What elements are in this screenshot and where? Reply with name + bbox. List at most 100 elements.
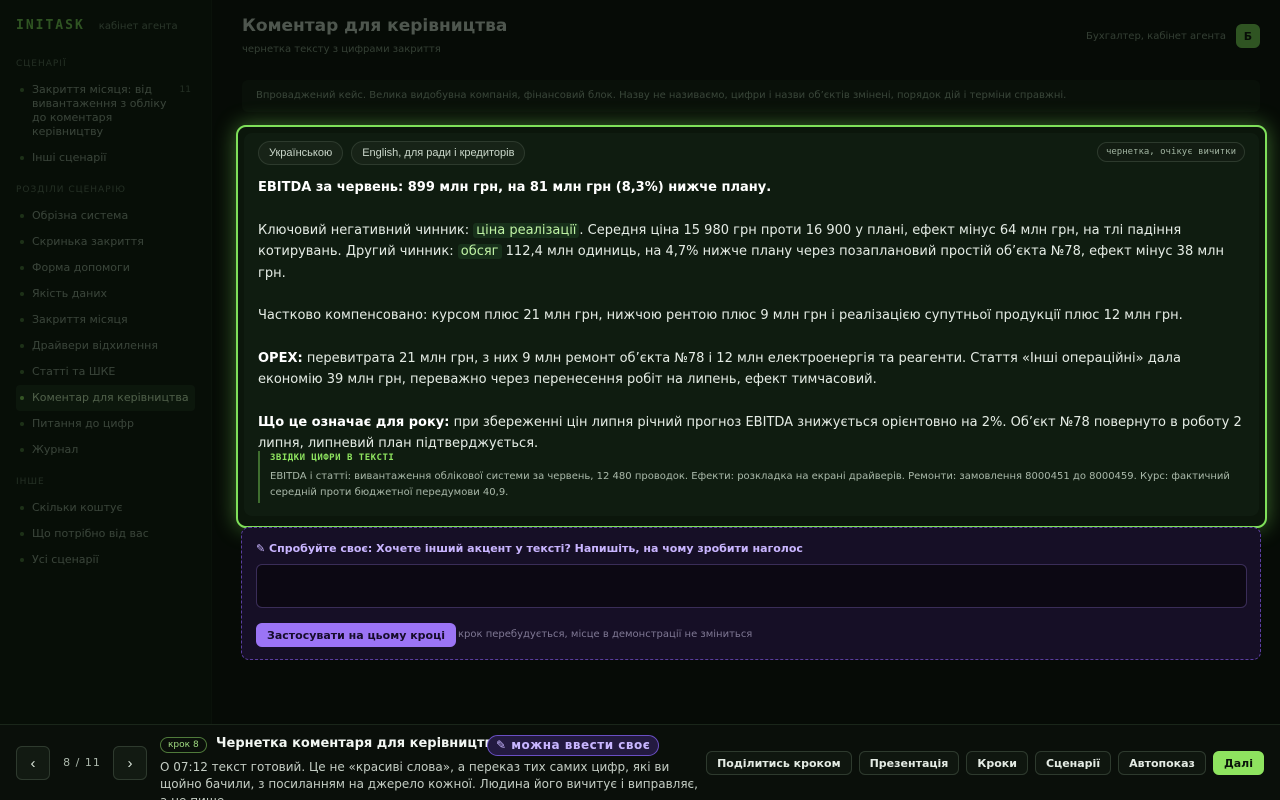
highlight-volume[interactable]: обсяг xyxy=(457,244,502,259)
sidebar-item-label: Форма допомоги xyxy=(32,261,130,274)
sidebar-item-label: Драйвери відхилення xyxy=(32,339,158,352)
text-fragment: перевитрата 21 млн грн, з них 9 млн ремо… xyxy=(258,350,1181,388)
bullet-icon xyxy=(20,240,24,244)
sidebar-item-label: Скільки коштує xyxy=(32,501,123,514)
bullet-icon xyxy=(20,266,24,270)
sidebar-item-chapter[interactable]: Скринька закриття xyxy=(16,229,195,255)
sidebar-item-chapter[interactable]: Питання до цифр xyxy=(16,411,195,437)
apply-button[interactable]: Застосувати на цьому кроці xyxy=(256,623,457,647)
comment-headline: EBITDA за червень: 899 млн грн, на 81 мл… xyxy=(258,180,772,195)
sidebar-item-month-close-scenario[interactable]: Закриття місяця: від вивантаження з облі… xyxy=(16,77,195,145)
step-description: О 07:12 текст готовий. Це не «красиві сл… xyxy=(160,760,698,800)
chevron-right-icon: › xyxy=(127,754,133,772)
comment-text: EBITDA за червень: 899 млн грн, на 81 мл… xyxy=(258,177,1248,476)
status-badge: чернетка, очікує вичитки xyxy=(1096,142,1245,162)
step-bar: ‹ 8 / 11 › крок 8 Чернетка коментаря для… xyxy=(0,724,1280,800)
sidebar-item-chapter[interactable]: Якість даних xyxy=(16,281,195,307)
comment-paragraph-compensation: Частково компенсовано: курсом плюс 21 мл… xyxy=(258,308,1183,323)
sidebar-section-other: ІНШЕ xyxy=(16,477,45,487)
step-actions: Поділитись кроком Презентація Кроки Сцен… xyxy=(706,751,1264,775)
sidebar-item-label: Обрізна система xyxy=(32,209,129,222)
custom-prompt-box: ✎ Спробуйте своє: Хочете інший акцент у … xyxy=(241,527,1261,660)
avatar[interactable]: Б xyxy=(1236,24,1260,48)
sidebar-item-label: Закриття місяця: від вивантаження з облі… xyxy=(32,83,167,138)
sidebar-item-label: Інші сценарії xyxy=(32,151,107,164)
bullet-icon xyxy=(20,506,24,510)
brand-logo: INITASK xyxy=(16,18,85,33)
bullet-icon xyxy=(20,292,24,296)
sidebar-item-chapter[interactable]: Драйвери відхилення xyxy=(16,333,195,359)
brand: INITASK кабінет агента xyxy=(16,18,195,33)
highlight-price[interactable]: ціна реалізації xyxy=(473,222,580,238)
sidebar-item-chapter[interactable]: Форма допомоги xyxy=(16,255,195,281)
comment-paragraph-opex: OPEX: перевитрата 21 млн грн, з них 9 мл… xyxy=(258,348,1248,391)
sidebar-section-chapters: РОЗДІЛИ СЦЕНАРІЮ xyxy=(16,185,127,195)
lang-ukrainian-button[interactable]: Українською xyxy=(258,141,344,165)
sidebar-item-management-comment[interactable]: Коментар для керівництва xyxy=(16,385,195,411)
step-title: Чернетка коментаря для керівництва xyxy=(216,736,502,751)
sidebar-item-label: Усі сценарії xyxy=(32,553,99,566)
sidebar-item-label: Питання до цифр xyxy=(32,417,134,430)
bullet-icon xyxy=(20,532,24,536)
sidebar-item-label: Закриття місяця xyxy=(32,313,128,326)
year-label: Що це означає для року: xyxy=(258,414,450,430)
sources-label: ЗВІДКИ ЦИФРИ В ТЕКСТІ xyxy=(270,453,395,463)
sources-block: ЗВІДКИ ЦИФРИ В ТЕКСТІ EBITDA і статті: в… xyxy=(258,451,1248,503)
user-menu[interactable]: Бухгалтер, кабінет агента Б xyxy=(1086,24,1260,48)
language-switch: Українською English, для ради і кредитор… xyxy=(258,141,526,165)
bullet-icon xyxy=(20,214,24,218)
next-step-nav-button[interactable]: › xyxy=(113,746,147,780)
next-button[interactable]: Далі xyxy=(1212,751,1264,775)
sidebar-item-chapter[interactable]: Закриття місяця xyxy=(16,307,195,333)
case-intro: Впроваджений кейс. Велика видобувна комп… xyxy=(242,80,1260,112)
sidebar-item-requirements[interactable]: Що потрібно від вас xyxy=(16,521,195,547)
comment-card: Українською English, для ради і кредитор… xyxy=(244,133,1259,516)
comment-paragraph-year: Що це означає для року: при збереженні ц… xyxy=(258,412,1248,455)
editable-step-badge: ✎ можна ввести своє xyxy=(487,735,660,756)
bullet-icon xyxy=(20,156,24,160)
sidebar-item-label: Статті та ШКЕ xyxy=(32,365,116,378)
bullet-icon xyxy=(20,344,24,348)
step-counter: 8 / 11 xyxy=(63,756,101,769)
bullet-icon xyxy=(20,396,24,400)
step-number-badge: крок 8 xyxy=(160,737,207,753)
apply-note: крок перебудується, місце в демонстрації… xyxy=(458,629,753,640)
sidebar-item-all-scenarios[interactable]: Усі сценарії xyxy=(16,547,195,573)
autoplay-button[interactable]: Автопоказ xyxy=(1118,751,1206,775)
opex-label: OPEX: xyxy=(258,350,303,366)
sidebar-item-chapter[interactable]: Журнал xyxy=(16,437,195,463)
sidebar-item-other-scenarios[interactable]: Інші сценарії xyxy=(16,145,195,171)
sources-text: EBITDA і статті: вивантаження облікової … xyxy=(270,471,1230,498)
brand-subtitle: кабінет агента xyxy=(98,21,178,32)
sidebar-item-label: Журнал xyxy=(32,443,79,456)
management-comment-panel: Українською English, для ради і кредитор… xyxy=(236,125,1267,528)
bullet-icon xyxy=(20,88,24,92)
sidebar-item-label: Що потрібно від вас xyxy=(32,527,149,540)
bullet-icon xyxy=(20,370,24,374)
share-step-button[interactable]: Поділитись кроком xyxy=(706,751,852,775)
bullet-icon xyxy=(20,558,24,562)
sidebar-item-label: Скринька закриття xyxy=(32,235,144,248)
custom-prompt-input[interactable] xyxy=(256,564,1247,608)
steps-button[interactable]: Кроки xyxy=(966,751,1028,775)
sidebar-item-label: Коментар для керівництва xyxy=(32,391,189,404)
chevron-left-icon: ‹ xyxy=(30,754,36,772)
sidebar-item-count: 11 xyxy=(179,85,191,95)
scenarios-button[interactable]: Сценарії xyxy=(1034,751,1112,775)
text-fragment: Ключовий негативний чинник: xyxy=(258,222,474,238)
prev-step-button[interactable]: ‹ xyxy=(16,746,50,780)
user-label: Бухгалтер, кабінет агента xyxy=(1086,30,1226,42)
sidebar: INITASK кабінет агента СЦЕНАРІЇ Закриття… xyxy=(0,0,212,724)
lang-english-button[interactable]: English, для ради і кредиторів xyxy=(351,141,526,165)
bullet-icon xyxy=(20,422,24,426)
custom-prompt-title: ✎ Спробуйте своє: Хочете інший акцент у … xyxy=(256,542,803,555)
sidebar-item-chapter[interactable]: Статті та ШКЕ xyxy=(16,359,195,385)
sidebar-item-label: Якість даних xyxy=(32,287,107,300)
presentation-button[interactable]: Презентація xyxy=(858,751,960,775)
sidebar-section-scenarios: СЦЕНАРІЇ xyxy=(16,59,67,69)
sidebar-item-pricing[interactable]: Скільки коштує xyxy=(16,495,195,521)
page-header: Коментар для керівництва чернетка тексту… xyxy=(242,16,1260,60)
bullet-icon xyxy=(20,318,24,322)
sidebar-item-chapter[interactable]: Обрізна система xyxy=(16,203,195,229)
bullet-icon xyxy=(20,448,24,452)
